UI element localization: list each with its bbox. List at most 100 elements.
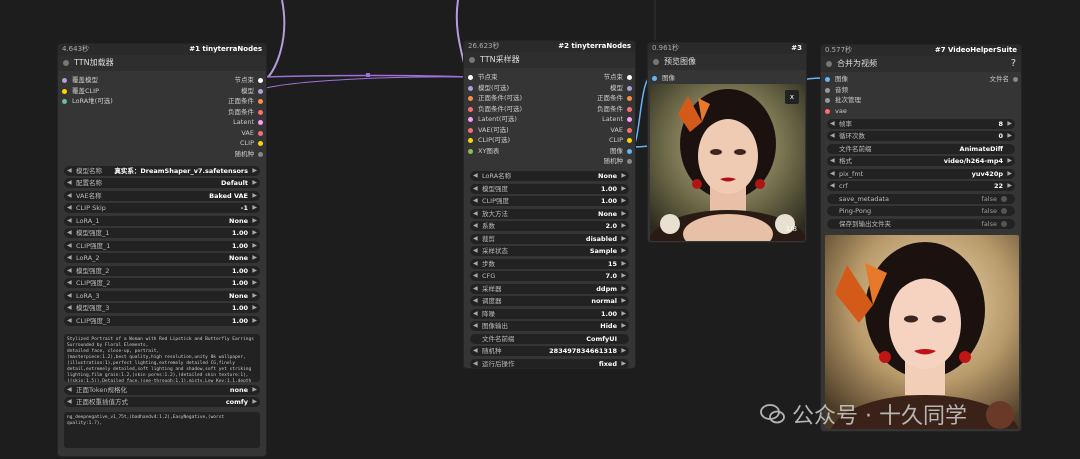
arrow-right-icon[interactable]: ▶ — [621, 321, 626, 331]
arrow-left-icon[interactable]: ◀ — [830, 156, 835, 166]
widget-lora-2[interactable]: ◀ LoRA_2 None ▶ — [64, 253, 260, 263]
arrow-left-icon[interactable]: ◀ — [67, 266, 72, 276]
arrow-right-icon[interactable]: ▶ — [621, 184, 626, 194]
arrow-right-icon[interactable]: ▶ — [252, 191, 257, 201]
arrow-left-icon[interactable]: ◀ — [473, 246, 478, 256]
ttn-sampler-node[interactable]: 26.623秒 #2 tinyterraNodes TTN采样器 节点束 节点束 模… — [463, 40, 636, 369]
arrow-right-icon[interactable]: ▶ — [1007, 156, 1012, 166]
preview-image[interactable]: x 1/8 — [650, 84, 805, 241]
arrow-right-icon[interactable]: ▶ — [252, 303, 257, 313]
output-socket-icon[interactable] — [627, 148, 632, 154]
arrow-right-icon[interactable]: ▶ — [252, 278, 257, 288]
arrow-right-icon[interactable]: ▶ — [621, 196, 626, 206]
output-socket-icon[interactable] — [627, 159, 632, 164]
arrow-left-icon[interactable]: ◀ — [473, 209, 478, 219]
output-socket-icon[interactable] — [1013, 77, 1018, 82]
arrow-left-icon[interactable]: ◀ — [830, 169, 835, 179]
output-socket-icon[interactable] — [627, 138, 632, 143]
widget-clip-strength[interactable]: ◀ CLIP强度 1.00 ▶ — [470, 196, 629, 206]
output-socket-icon[interactable] — [258, 120, 263, 125]
widget-crf[interactable]: ◀ crf 22 ▶ — [827, 181, 1015, 191]
arrow-left-icon[interactable]: ◀ — [67, 278, 72, 288]
widget-model-strength[interactable]: ◀ 模型强度 1.00 ▶ — [470, 183, 629, 194]
arrow-left-icon[interactable]: ◀ — [67, 291, 72, 301]
widget-sampler-state[interactable]: ◀ 采样状态 Sample ▶ — [470, 246, 629, 256]
arrow-left-icon[interactable]: ◀ — [473, 309, 478, 319]
widget-pix-fmt[interactable]: ◀ pix_fmt yuv420p ▶ — [827, 168, 1015, 179]
output-socket-icon[interactable] — [258, 88, 263, 94]
output-socket-icon[interactable] — [627, 96, 632, 101]
widget-config-name[interactable]: ◀ 配置名称 Default ▶ — [64, 178, 260, 188]
collapse-dot-icon[interactable] — [826, 61, 832, 67]
arrow-left-icon[interactable]: ◀ — [473, 234, 478, 244]
arrow-left-icon[interactable]: ◀ — [67, 203, 72, 213]
widget-filename-prefix[interactable]: 文件名前缀 AnimateDiff — [827, 143, 1015, 154]
arrow-right-icon[interactable]: ▶ — [252, 203, 257, 213]
arrow-right-icon[interactable]: ▶ — [621, 296, 626, 306]
arrow-left-icon[interactable]: ◀ — [67, 166, 72, 176]
widget-lora-1[interactable]: ◀ LoRA_1 None ▶ — [64, 215, 260, 226]
arrow-right-icon[interactable]: ▶ — [621, 246, 626, 256]
arrow-right-icon[interactable]: ▶ — [252, 266, 257, 276]
input-socket-icon[interactable] — [468, 96, 473, 101]
widget-steps[interactable]: ◀ 步数 15 ▶ — [470, 258, 629, 269]
arrow-right-icon[interactable]: ▶ — [621, 309, 626, 319]
input-socket-icon[interactable] — [468, 85, 473, 91]
widget-clip-strength-2[interactable]: ◀ CLIP强度_2 1.00 ▶ — [64, 278, 260, 288]
widget-model-strength-2[interactable]: ◀ 模型强度_2 1.00 ▶ — [64, 265, 260, 276]
arrow-right-icon[interactable]: ▶ — [621, 346, 626, 356]
positive-prompt-textarea[interactable]: Stylized Portrait of a Woman with Red Li… — [64, 333, 260, 382]
widget-filename-prefix[interactable]: 文件名前缀 ComfyUI — [470, 333, 629, 344]
arrow-right-icon[interactable]: ▶ — [252, 291, 257, 301]
arrow-left-icon[interactable]: ◀ — [67, 191, 72, 201]
arrow-left-icon[interactable]: ◀ — [473, 359, 478, 369]
close-icon[interactable]: x — [785, 90, 799, 104]
arrow-right-icon[interactable]: ▶ — [252, 216, 257, 226]
help-icon[interactable]: ? — [1011, 56, 1016, 72]
arrow-left-icon[interactable]: ◀ — [67, 303, 72, 313]
widget-seed[interactable]: ◀ 随机种 283497834661318 ▶ — [470, 346, 629, 356]
arrow-right-icon[interactable]: ▶ — [621, 271, 626, 281]
output-socket-icon[interactable] — [258, 99, 263, 104]
widget-loop-count[interactable]: ◀ 循环次数 0 ▶ — [827, 131, 1015, 141]
output-socket-icon[interactable] — [258, 109, 263, 115]
output-socket-icon[interactable] — [627, 117, 632, 122]
widget-vae-name[interactable]: ◀ VAE名称 Baked VAE ▶ — [64, 190, 260, 201]
widget-positive-weight-interpretation[interactable]: ◀ 正面权重插值方式 comfy ▶ — [64, 397, 260, 407]
node-title[interactable]: TTN加载器 — [58, 55, 266, 71]
input-socket-icon[interactable] — [62, 88, 67, 94]
output-socket-icon[interactable] — [258, 78, 263, 83]
input-socket-icon[interactable] — [468, 106, 473, 112]
toggle-dot-icon[interactable] — [1001, 208, 1007, 214]
widget-factor[interactable]: ◀ 系数 2.0 ▶ — [470, 221, 629, 231]
input-socket-icon[interactable] — [825, 87, 830, 93]
widget-crop[interactable]: ◀ 裁剪 disabled ▶ — [470, 233, 629, 244]
node-title[interactable]: 预览图像 — [648, 54, 806, 70]
widget-clip-strength-1[interactable]: ◀ CLIP强度_1 1.00 ▶ — [64, 240, 260, 251]
input-socket-icon[interactable] — [825, 98, 830, 103]
arrow-right-icon[interactable]: ▶ — [621, 284, 626, 294]
arrow-right-icon[interactable]: ▶ — [1007, 181, 1012, 191]
arrow-left-icon[interactable]: ◀ — [830, 181, 835, 191]
arrow-right-icon[interactable]: ▶ — [252, 253, 257, 263]
collapse-dot-icon[interactable] — [653, 59, 659, 65]
widget-clip-strength-3[interactable]: ◀ CLIP强度_3 1.00 ▶ — [64, 315, 260, 326]
arrow-left-icon[interactable]: ◀ — [67, 253, 72, 263]
arrow-left-icon[interactable]: ◀ — [473, 296, 478, 306]
arrow-right-icon[interactable]: ▶ — [621, 259, 626, 269]
widget-control-after-generate[interactable]: ◀ 运行后操作 fixed ▶ — [470, 358, 629, 369]
widget-sampler[interactable]: ◀ 采样器 ddpm ▶ — [470, 283, 629, 294]
node-title[interactable]: TTN采样器 — [464, 52, 635, 68]
widget-image-output[interactable]: ◀ 图像输出 Hide ▶ — [470, 321, 629, 331]
input-socket-icon[interactable] — [468, 117, 473, 122]
input-socket-icon[interactable] — [825, 77, 830, 82]
arrow-left-icon[interactable]: ◀ — [473, 271, 478, 281]
widget-cfg[interactable]: ◀ CFG 7.0 ▶ — [470, 271, 629, 281]
widget-scheduler[interactable]: ◀ 调度器 normal ▶ — [470, 296, 629, 306]
toggle-save-output[interactable]: 保存到输出文件夹 false — [827, 218, 1015, 229]
arrow-right-icon[interactable]: ▶ — [1007, 169, 1012, 179]
output-socket-icon[interactable] — [627, 75, 632, 80]
arrow-right-icon[interactable]: ▶ — [621, 234, 626, 244]
widget-positive-token-normalization[interactable]: ◀ 正面Token规格化 none ▶ — [64, 384, 260, 395]
output-socket-icon[interactable] — [258, 151, 263, 157]
